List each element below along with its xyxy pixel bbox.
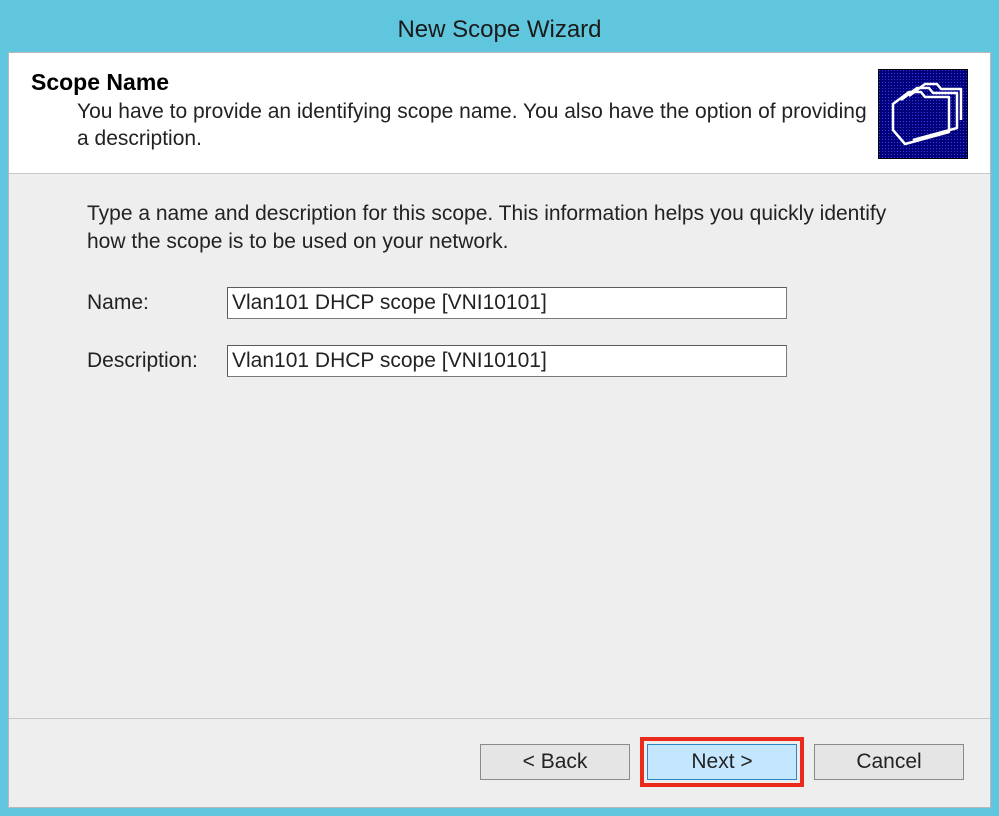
next-button-highlight: Next > (640, 737, 804, 787)
description-input[interactable] (227, 345, 787, 377)
button-bar: < Back Next > Cancel (9, 718, 990, 807)
page-subtitle: You have to provide an identifying scope… (31, 98, 878, 153)
name-label: Name: (87, 291, 227, 315)
title-bar: New Scope Wizard (8, 8, 991, 52)
dialog-body: Scope Name You have to provide an identi… (8, 52, 991, 808)
wizard-content: Type a name and description for this sco… (9, 174, 990, 718)
instruction-text: Type a name and description for this sco… (87, 200, 907, 257)
back-button[interactable]: < Back (480, 744, 630, 780)
wizard-header: Scope Name You have to provide an identi… (9, 53, 990, 174)
name-input[interactable] (227, 287, 787, 319)
page-title: Scope Name (31, 69, 878, 96)
cancel-button[interactable]: Cancel (814, 744, 964, 780)
window-title: New Scope Wizard (397, 16, 601, 44)
description-field-row: Description: (87, 345, 948, 377)
wizard-banner-icon (878, 69, 968, 159)
next-button[interactable]: Next > (647, 744, 797, 780)
description-label: Description: (87, 349, 227, 373)
wizard-frame: New Scope Wizard Scope Name You have to … (0, 0, 999, 816)
folders-icon (879, 70, 967, 158)
header-text-block: Scope Name You have to provide an identi… (31, 69, 878, 153)
name-field-row: Name: (87, 287, 948, 319)
wizard-window: New Scope Wizard Scope Name You have to … (8, 8, 991, 808)
